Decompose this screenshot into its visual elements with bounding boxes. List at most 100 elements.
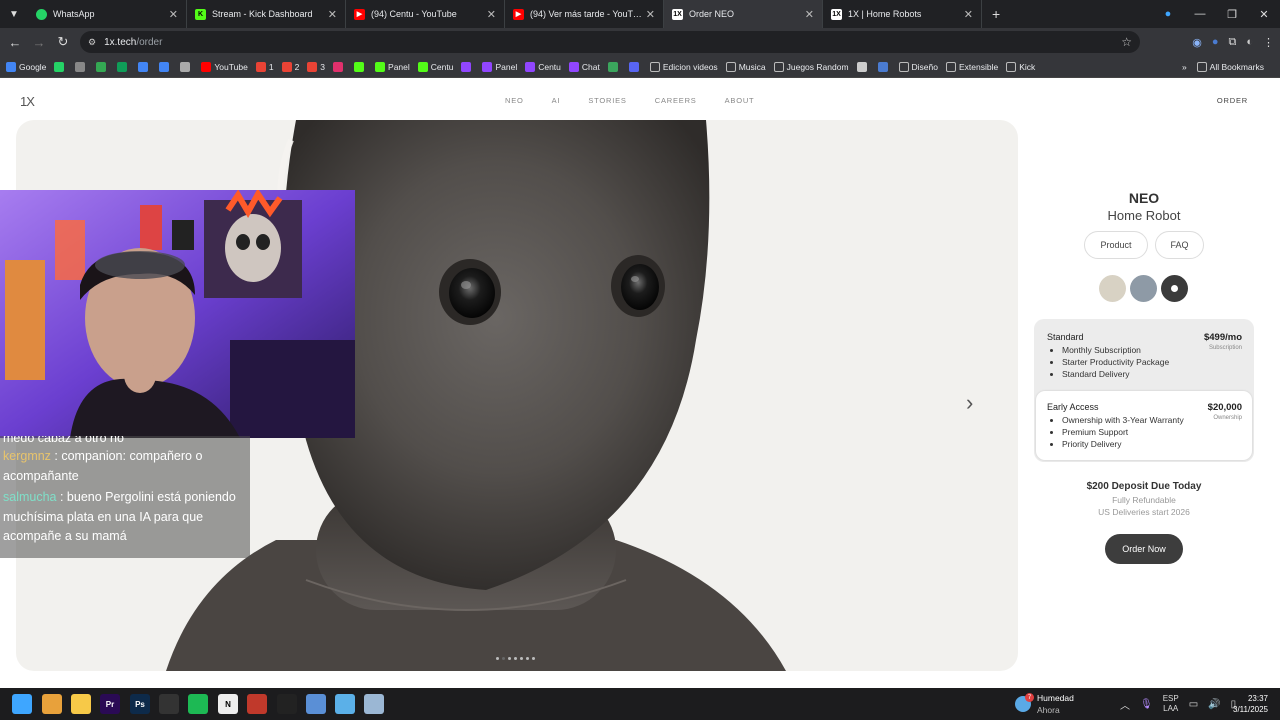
tab-youtube-centu[interactable]: ▶ (94) Centu - YouTube ✕ bbox=[346, 0, 505, 28]
bookmark-star-icon[interactable]: ☆ bbox=[1121, 35, 1132, 49]
bookmark-item[interactable] bbox=[75, 61, 88, 72]
extension-icon[interactable]: ● bbox=[1212, 36, 1219, 48]
bookmark-item[interactable]: Diseño bbox=[898, 61, 938, 72]
bookmark-item[interactable] bbox=[877, 61, 891, 72]
bookmark-item[interactable] bbox=[117, 61, 130, 72]
back-icon[interactable]: ← bbox=[3, 35, 27, 50]
color-swatch-gray-blue[interactable] bbox=[1130, 275, 1157, 302]
bookmark-item[interactable]: Edicion videos bbox=[649, 61, 718, 72]
capcut-icon[interactable] bbox=[277, 694, 297, 714]
premiere-icon[interactable]: Pr bbox=[100, 694, 120, 714]
stream-app-icon[interactable] bbox=[247, 694, 267, 714]
nav-neo[interactable]: NEO bbox=[505, 96, 524, 105]
bookmark-item[interactable]: Extensible bbox=[946, 61, 998, 72]
close-icon[interactable]: ✕ bbox=[805, 8, 814, 21]
close-icon[interactable]: ✕ bbox=[169, 8, 178, 21]
nav-careers[interactable]: CAREERS bbox=[655, 96, 697, 105]
close-icon[interactable]: ✕ bbox=[646, 8, 655, 21]
bookmark-item[interactable]: Musica bbox=[725, 61, 766, 72]
extension-badge-icon[interactable]: ● bbox=[1152, 8, 1184, 20]
color-swatch-dark[interactable] bbox=[1161, 275, 1188, 302]
order-now-button[interactable]: Order Now bbox=[1105, 534, 1183, 564]
photoshop-icon[interactable]: Ps bbox=[130, 694, 150, 714]
bookmark-item[interactable]: Panel bbox=[482, 61, 517, 72]
tab-order-neo[interactable]: 1X Order NEO ✕ bbox=[664, 0, 823, 28]
site-info-icon[interactable]: ⚙ bbox=[88, 37, 96, 48]
system-clock[interactable]: 23:37 3/11/2025 bbox=[1233, 693, 1268, 715]
vs-icon[interactable] bbox=[306, 694, 326, 714]
bookmark-item[interactable]: Chat bbox=[568, 61, 600, 72]
forward-icon[interactable]: → bbox=[27, 35, 51, 50]
minimize-icon[interactable]: — bbox=[1184, 8, 1216, 20]
wifi-extension-icon[interactable]: ◉ bbox=[1192, 36, 1202, 49]
color-swatch-tan[interactable] bbox=[1099, 275, 1126, 302]
close-icon[interactable]: ✕ bbox=[328, 8, 337, 21]
restore-icon[interactable]: ❐ bbox=[1216, 8, 1248, 21]
bookmark-item[interactable] bbox=[461, 61, 474, 72]
tab-kick-dashboard[interactable]: K Stream - Kick Dashboard ✕ bbox=[187, 0, 346, 28]
tray-chevron-up-icon[interactable]: ︿ bbox=[1120, 697, 1130, 712]
bookmark-item[interactable]: 2 bbox=[281, 61, 299, 72]
tab-1x-home-robots[interactable]: 1X 1X | Home Robots ✕ bbox=[823, 0, 982, 28]
microphone-icon[interactable]: 🎙 bbox=[1140, 699, 1153, 710]
tab-whatsapp[interactable]: WhatsApp ✕ bbox=[28, 0, 187, 28]
plan-standard[interactable]: Standard $499/mo Subscription Monthly Su… bbox=[1036, 319, 1252, 389]
bookmark-item[interactable] bbox=[138, 61, 151, 72]
bookmarks-more-button[interactable]: » bbox=[1182, 62, 1187, 72]
bookmark-item[interactable]: Panel bbox=[375, 61, 410, 72]
calculator-icon[interactable] bbox=[364, 694, 384, 714]
nav-about[interactable]: ABOUT bbox=[725, 96, 755, 105]
bookmark-item[interactable] bbox=[628, 61, 642, 72]
bookmark-item[interactable]: Juegos Random bbox=[773, 61, 849, 72]
nav-stories[interactable]: STORIES bbox=[588, 96, 626, 105]
carousel-dot[interactable] bbox=[514, 657, 517, 660]
carousel-dot[interactable] bbox=[502, 657, 505, 660]
reload-icon[interactable]: ↻ bbox=[51, 34, 75, 50]
weather-widget[interactable]: 7 Humedad Ahora bbox=[1015, 692, 1074, 716]
address-bar[interactable]: ⚙ 1x.tech/order ☆ bbox=[80, 31, 1140, 53]
volume-icon[interactable]: 🔊 bbox=[1208, 699, 1220, 710]
bookmark-item[interactable]: Google bbox=[6, 61, 46, 72]
obs-icon[interactable] bbox=[159, 694, 179, 714]
1x-logo[interactable]: 1X bbox=[20, 94, 35, 109]
display-icon[interactable]: ▭ bbox=[1189, 699, 1198, 710]
close-icon[interactable]: ✕ bbox=[487, 8, 496, 21]
tab-product[interactable]: Product bbox=[1084, 231, 1148, 259]
bookmark-item[interactable]: Kick bbox=[1006, 61, 1035, 72]
windows-start-icon[interactable] bbox=[12, 694, 32, 714]
notepad-icon[interactable] bbox=[335, 694, 355, 714]
carousel-dot[interactable] bbox=[520, 657, 523, 660]
nav-order[interactable]: ORDER bbox=[1217, 96, 1248, 105]
close-icon[interactable]: ✕ bbox=[964, 8, 973, 21]
menu-icon[interactable]: ⋮ bbox=[1263, 36, 1274, 49]
bookmark-item[interactable]: 3 bbox=[307, 61, 325, 72]
tab-search-button[interactable]: ▼ bbox=[0, 0, 28, 28]
carousel-next-button[interactable]: › bbox=[966, 390, 973, 416]
puzzle-icon[interactable]: ⧉ bbox=[1228, 36, 1236, 49]
carousel-dot[interactable] bbox=[508, 657, 511, 660]
plan-early-access[interactable]: Early Access $20,000 Ownership Ownership… bbox=[1036, 391, 1252, 460]
tab-faq[interactable]: FAQ bbox=[1155, 231, 1204, 259]
bookmark-item[interactable] bbox=[96, 61, 109, 72]
carousel-dot[interactable] bbox=[532, 657, 535, 660]
bookmark-item[interactable]: 1 bbox=[255, 61, 274, 72]
bookmark-item[interactable] bbox=[856, 61, 870, 72]
notion-icon[interactable]: N bbox=[218, 694, 238, 714]
carousel-dot[interactable] bbox=[496, 657, 499, 660]
language-indicator[interactable]: ESP LAA bbox=[1163, 694, 1179, 714]
close-window-icon[interactable]: ✕ bbox=[1248, 8, 1280, 21]
bookmark-item[interactable] bbox=[54, 61, 67, 72]
bookmark-item[interactable] bbox=[607, 61, 621, 72]
bookmark-item[interactable]: YouTube bbox=[201, 61, 248, 72]
tab-youtube-watch-later[interactable]: ▶ (94) Ver más tarde - YouTube ✕ bbox=[505, 0, 664, 28]
nav-ai[interactable]: AI bbox=[552, 96, 561, 105]
bookmark-item[interactable]: Centu bbox=[525, 61, 561, 72]
file-explorer-icon[interactable] bbox=[71, 694, 91, 714]
new-tab-button[interactable]: + bbox=[992, 6, 1000, 22]
profile-avatar[interactable]: ◐ bbox=[1246, 36, 1253, 48]
all-bookmarks-button[interactable]: All Bookmarks bbox=[1196, 62, 1264, 72]
bookmark-item[interactable]: Centu bbox=[417, 61, 453, 72]
bookmark-item[interactable] bbox=[354, 61, 367, 72]
spotify-icon[interactable] bbox=[188, 694, 208, 714]
bookmark-item[interactable] bbox=[333, 61, 346, 72]
